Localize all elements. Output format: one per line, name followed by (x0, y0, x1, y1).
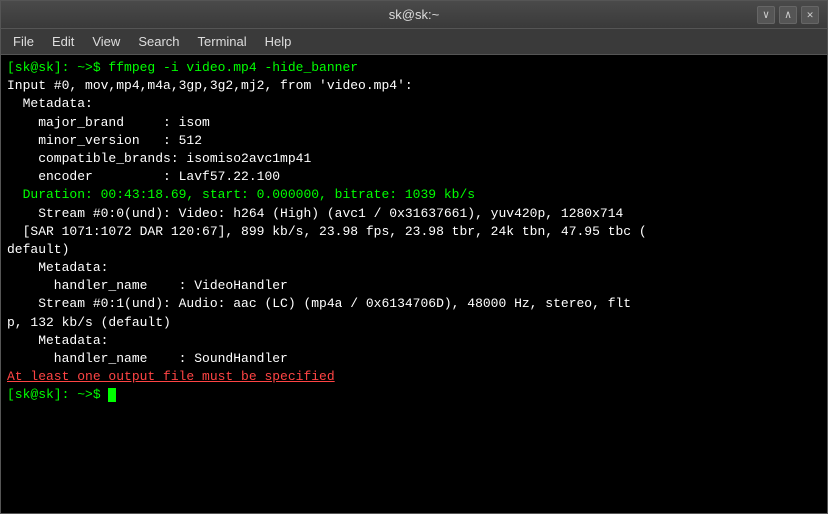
terminal-line: Metadata: (7, 95, 821, 113)
terminal-line: At least one output file must be specifi… (7, 368, 821, 386)
terminal-line: minor_version : 512 (7, 132, 821, 150)
terminal-line: [sk@sk]: ~>$ (7, 386, 821, 404)
terminal-line: Stream #0:0(und): Video: h264 (High) (av… (7, 205, 821, 223)
terminal-body[interactable]: [sk@sk]: ~>$ ffmpeg -i video.mp4 -hide_b… (1, 55, 827, 513)
menu-item-search[interactable]: Search (130, 32, 187, 51)
terminal-line: default) (7, 241, 821, 259)
terminal-line: Metadata: (7, 332, 821, 350)
title-bar: sk@sk:~ ∨ ∧ ✕ (1, 1, 827, 29)
terminal-line: p, 132 kb/s (default) (7, 314, 821, 332)
terminal-window: sk@sk:~ ∨ ∧ ✕ FileEditViewSearchTerminal… (0, 0, 828, 514)
terminal-line: encoder : Lavf57.22.100 (7, 168, 821, 186)
terminal-line: handler_name : VideoHandler (7, 277, 821, 295)
terminal-line: handler_name : SoundHandler (7, 350, 821, 368)
close-button[interactable]: ✕ (801, 6, 819, 24)
terminal-line: [sk@sk]: ~>$ ffmpeg -i video.mp4 -hide_b… (7, 59, 821, 77)
terminal-line: Stream #0:1(und): Audio: aac (LC) (mp4a … (7, 295, 821, 313)
menu-item-help[interactable]: Help (257, 32, 300, 51)
menu-item-terminal[interactable]: Terminal (190, 32, 255, 51)
terminal-line: Input #0, mov,mp4,m4a,3gp,3g2,mj2, from … (7, 77, 821, 95)
menu-item-edit[interactable]: Edit (44, 32, 82, 51)
title-bar-controls: ∨ ∧ ✕ (757, 6, 819, 24)
minimize-button[interactable]: ∨ (757, 6, 775, 24)
terminal-line: major_brand : isom (7, 114, 821, 132)
terminal-line: Duration: 00:43:18.69, start: 0.000000, … (7, 186, 821, 204)
terminal-line: Metadata: (7, 259, 821, 277)
terminal-cursor (108, 388, 116, 402)
terminal-line: [SAR 1071:1072 DAR 120:67], 899 kb/s, 23… (7, 223, 821, 241)
menu-item-file[interactable]: File (5, 32, 42, 51)
terminal-line: compatible_brands: isomiso2avc1mp41 (7, 150, 821, 168)
maximize-button[interactable]: ∧ (779, 6, 797, 24)
menu-bar: FileEditViewSearchTerminalHelp (1, 29, 827, 55)
window-title: sk@sk:~ (389, 7, 439, 22)
menu-item-view[interactable]: View (84, 32, 128, 51)
